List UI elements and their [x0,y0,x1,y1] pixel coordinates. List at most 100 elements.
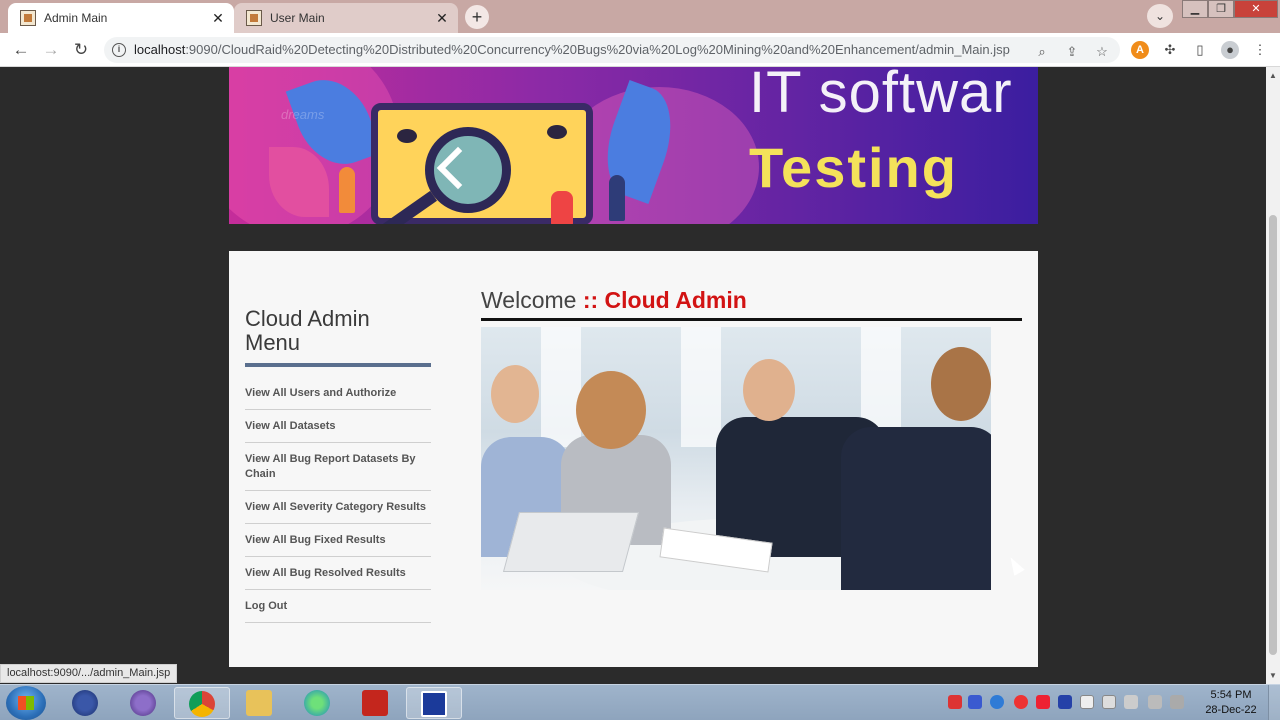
tab-title: User Main [270,11,325,25]
clock-time: 5:54 PM [1210,689,1252,701]
more-menu-icon[interactable]: ⋮ [1251,41,1269,59]
welcome-heading: Welcome :: Cloud Admin [481,285,1022,315]
close-tab-icon[interactable]: ✕ [208,10,228,27]
menu-item-log-out[interactable]: Log Out [245,590,431,623]
tray-icon[interactable] [1014,695,1028,709]
person-figure [743,359,795,421]
volume-muted-icon[interactable] [1170,695,1184,709]
back-arrow-icon[interactable]: ← [10,39,32,61]
person-figure [841,427,991,590]
header-banner: dreams IT softwar Testing [229,67,1038,224]
menu-item-view-users-authorize[interactable]: View All Users and Authorize [245,377,431,410]
close-window-button[interactable]: ✕ [1234,0,1278,18]
menu-list: View All Users and Authorize View All Da… [245,377,431,623]
menu-item-view-severity-results[interactable]: View All Severity Category Results [245,491,431,524]
person-figure [491,365,539,423]
folder-icon [246,690,272,716]
new-tab-button[interactable]: + [465,5,489,29]
banner-title-line2: Testing [749,136,958,199]
tray-icon[interactable] [1058,695,1072,709]
person-illustration [339,167,355,213]
tray-icon[interactable] [990,695,1004,709]
tab-search-button[interactable]: ⌄ [1147,4,1173,28]
person-illustration [551,191,573,224]
menu-item-view-bug-resolved[interactable]: View All Bug Resolved Results [245,557,431,590]
page-scrollbar[interactable]: ▲ ▼ [1266,67,1280,684]
clock-date: 28-Dec-22 [1205,704,1257,716]
team-meeting-photo [481,327,991,590]
extension-icon[interactable]: A [1131,41,1149,59]
browser-toolbar: ← → ↻ i localhost:9090/CloudRaid%20Detec… [0,33,1280,67]
side-panel-icon[interactable]: ▯ [1191,41,1209,59]
menu-item-view-bug-fixed[interactable]: View All Bug Fixed Results [245,524,431,557]
person-illustration [609,175,625,221]
share-icon[interactable]: ⇪ [1063,43,1081,61]
menu-title: Cloud Admin Menu [245,306,370,355]
taskbar-explorer[interactable] [232,687,288,719]
taskbar-app[interactable] [290,687,346,719]
network-icon[interactable] [1148,695,1162,709]
close-tab-icon[interactable]: ✕ [432,10,452,27]
scroll-down-icon[interactable]: ▼ [1269,671,1277,680]
taskbar-chrome[interactable] [174,687,230,719]
person-figure [931,347,991,421]
tab-admin-main[interactable]: Admin Main ✕ [8,3,234,33]
taskbar-eclipse[interactable] [58,687,114,719]
taskbar-eclipse-2[interactable] [116,687,172,719]
recorder-icon [421,691,447,717]
heading-divider [481,318,1022,321]
globe-icon [304,690,330,716]
admin-sidebar: Cloud Admin Menu View All Users and Auth… [245,307,431,623]
bug-icon [547,125,567,139]
menu-item-view-bug-report-datasets[interactable]: View All Bug Report Datasets By Chain [245,443,431,491]
speaker-icon[interactable] [1124,695,1138,709]
forward-arrow-icon[interactable]: → [40,39,62,61]
minimize-button[interactable]: ▁ [1182,0,1208,18]
tray-icon[interactable] [968,695,982,709]
profile-avatar-icon[interactable]: ● [1221,41,1239,59]
reload-icon[interactable]: ↻ [70,39,92,61]
tray-icon[interactable] [1036,695,1050,709]
eclipse-icon [72,690,98,716]
scroll-up-icon[interactable]: ▲ [1269,71,1277,80]
laptop [502,512,640,572]
pdf-icon [362,690,388,716]
zoom-icon[interactable]: ⌕ [1033,43,1051,61]
taskbar-clock[interactable]: 5:54 PM 28-Dec-22 [1196,688,1266,718]
page-viewport: dreams IT softwar Testing Cloud Admin Me… [0,67,1266,684]
bookmark-star-icon[interactable]: ☆ [1093,43,1111,61]
person-figure [576,371,646,449]
window-light [541,327,581,447]
eclipse-icon [130,690,156,716]
tab-title: Admin Main [44,11,108,25]
tab-user-main[interactable]: User Main ✕ [234,3,458,33]
status-bar-url: localhost:9090/.../admin_Main.jsp [0,664,178,683]
welcome-user: :: Cloud Admin [582,287,747,313]
site-info-icon[interactable]: i [112,43,126,57]
chrome-icon [189,691,215,717]
bug-icon [397,129,417,143]
main-content: Welcome :: Cloud Admin [481,285,1022,590]
start-button[interactable] [6,686,46,720]
taskbar-acrobat[interactable] [348,687,404,719]
maximize-button[interactable]: ❐ [1208,0,1234,18]
tray-icon[interactable] [948,695,962,709]
page-favicon-icon [20,10,36,26]
tray-icon[interactable] [1080,695,1094,709]
browser-tab-strip: Admin Main ✕ User Main ✕ + ⌄ ▁ ❐ ✕ [0,0,1280,33]
tray-icon[interactable] [1102,695,1116,709]
menu-divider [245,363,431,367]
page-favicon-icon [246,10,262,26]
show-desktop-button[interactable] [1268,685,1280,720]
content-panel: Cloud Admin Menu View All Users and Auth… [229,251,1038,667]
windows-logo-icon [18,696,34,710]
address-bar[interactable]: i localhost:9090/CloudRaid%20Detecting%2… [104,37,1120,63]
menu-item-view-datasets[interactable]: View All Datasets [245,410,431,443]
extensions-puzzle-icon[interactable]: ✣ [1161,41,1179,59]
watermark-text: dreams [281,107,325,122]
window-light [681,327,721,447]
taskbar-recorder[interactable] [406,687,462,719]
scrollbar-thumb[interactable] [1269,215,1277,655]
os-taskbar: 5:54 PM 28-Dec-22 [0,684,1280,720]
url-text[interactable]: localhost:9090/CloudRaid%20Detecting%20D… [134,42,1010,57]
